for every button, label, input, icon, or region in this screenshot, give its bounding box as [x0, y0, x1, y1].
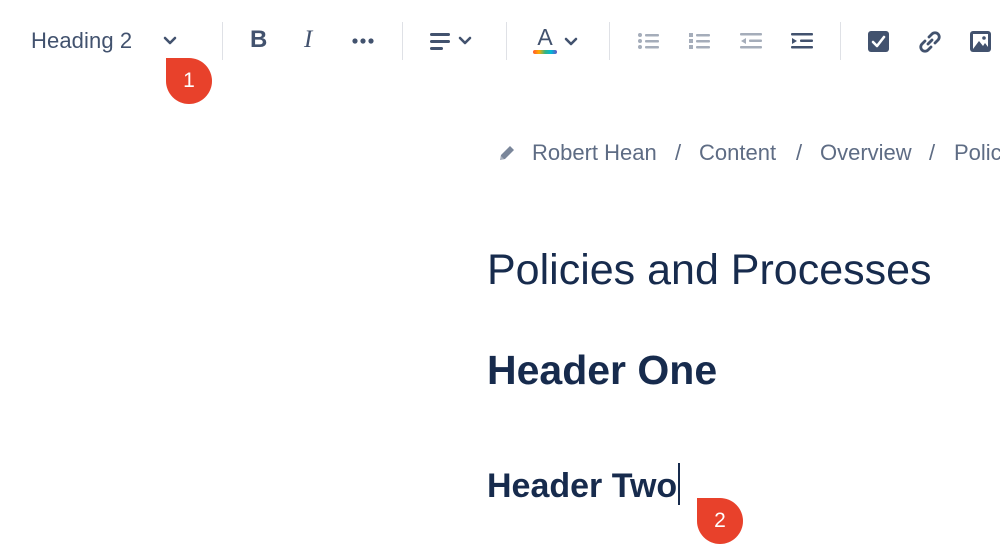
text-cursor	[678, 463, 681, 505]
toolbar-divider	[840, 22, 841, 60]
align-icon[interactable]	[430, 31, 474, 51]
breadcrumb-item[interactable]: Overview	[820, 140, 912, 166]
toolbar-divider	[402, 22, 403, 60]
breadcrumb-item[interactable]: Content	[699, 140, 776, 166]
indent-icon[interactable]	[791, 32, 813, 50]
text-style-dropdown[interactable]: Heading 2	[31, 28, 132, 54]
chevron-down-icon[interactable]	[163, 36, 177, 46]
heading-two[interactable]: Header Two	[487, 467, 677, 505]
step-callout-2: 2	[697, 498, 743, 544]
bold-button[interactable]: B	[250, 26, 267, 54]
numbered-list-icon[interactable]	[689, 32, 711, 50]
toolbar-divider	[222, 22, 223, 60]
heading-one[interactable]: Header One	[487, 347, 717, 394]
page-title[interactable]: Policies and Processes	[487, 246, 932, 295]
toolbar-divider	[609, 22, 610, 60]
italic-button[interactable]: I	[304, 26, 312, 54]
task-checkbox-icon[interactable]	[868, 31, 889, 52]
step-callout-1: 1	[166, 58, 212, 104]
text-color-button[interactable]: A	[533, 26, 557, 54]
breadcrumb-separator: /	[929, 140, 936, 165]
pencil-icon	[500, 146, 514, 160]
heading-two-line[interactable]: Header Two	[487, 463, 681, 506]
image-icon[interactable]	[970, 31, 991, 52]
color-bar	[533, 50, 557, 54]
breadcrumb-item[interactable]: Polic	[954, 140, 1000, 166]
text-color-label: A	[537, 24, 553, 50]
chevron-down-icon[interactable]	[564, 37, 578, 47]
breadcrumb-separator: /	[675, 140, 682, 165]
breadcrumb-item[interactable]: Robert Hean	[532, 140, 657, 166]
toolbar-divider	[506, 22, 507, 60]
link-icon[interactable]	[918, 30, 942, 54]
breadcrumb-separator: /	[796, 140, 803, 165]
bullet-list-icon[interactable]	[638, 32, 660, 50]
outdent-icon[interactable]	[740, 32, 762, 50]
more-formatting-icon[interactable]	[352, 38, 374, 44]
